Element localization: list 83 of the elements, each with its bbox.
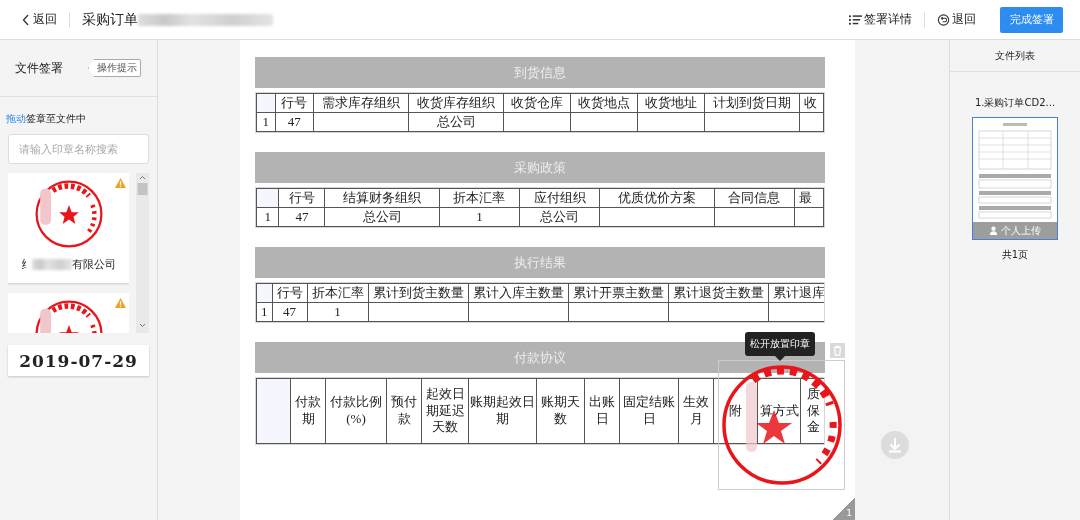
warning-icon bbox=[115, 178, 126, 188]
table-header-cell bbox=[256, 283, 272, 303]
stamp-drawing[interactable] bbox=[718, 360, 845, 490]
table-header-cell: 累计到货主数量 bbox=[368, 283, 468, 303]
table-header-cell: 质保金 bbox=[800, 378, 824, 444]
table-header-cell: 需求库存组织 bbox=[313, 93, 409, 113]
table-header-cell: 行号 bbox=[278, 188, 325, 208]
table-header-cell bbox=[256, 378, 291, 444]
table-cell: 1 bbox=[256, 207, 279, 227]
person-icon bbox=[989, 226, 998, 235]
table-cell: 1 bbox=[439, 207, 520, 227]
table-header-cell: 累计退货主数量 bbox=[668, 283, 768, 303]
table-cell bbox=[637, 112, 705, 132]
table-header-cell: 行号 bbox=[272, 283, 307, 303]
table-header-cell: 预付款 bbox=[386, 378, 422, 444]
table-header-cell: 计划到货日期 bbox=[704, 93, 800, 113]
warning-icon bbox=[115, 298, 126, 308]
section-header: 到货信息 bbox=[255, 57, 825, 88]
download-icon[interactable] bbox=[881, 431, 909, 459]
table-header-cell: 账期天数 bbox=[536, 378, 585, 444]
stamp-name: 纟 bbox=[21, 257, 32, 272]
panel-title: 文件列表 bbox=[950, 40, 1080, 72]
page-count: 共1页 bbox=[1001, 248, 1029, 262]
table-header-cell: 优质优价方案 bbox=[599, 188, 715, 208]
tooltip: 松开放置印章 bbox=[745, 332, 815, 361]
redacted-blur bbox=[32, 259, 72, 270]
delete-icon[interactable] bbox=[830, 343, 845, 358]
document-title: 采购订单 bbox=[82, 10, 138, 29]
table-header-cell bbox=[256, 188, 279, 208]
table-header-cell: 收货地址 bbox=[637, 93, 705, 113]
table-header-cell: 结算财务组织 bbox=[324, 188, 440, 208]
stamp-card[interactable]: 纟 有限公司 bbox=[8, 173, 129, 283]
table-cell bbox=[503, 112, 571, 132]
table-header-cell: 应付组织 bbox=[519, 188, 600, 208]
table-cell bbox=[794, 207, 824, 227]
table-cell: 1 bbox=[256, 302, 272, 322]
return-button[interactable]: 退回 bbox=[937, 11, 976, 28]
table-header-cell: 累计开票主数量 bbox=[568, 283, 668, 303]
table-header-cell: 收货仓库 bbox=[503, 93, 571, 113]
panel-title: 文件签署 bbox=[15, 59, 63, 77]
drag-link[interactable]: 拖动 bbox=[6, 113, 26, 124]
table-header-cell: 起效日期延迟天数 bbox=[421, 378, 469, 444]
table-cell: 47 bbox=[272, 302, 307, 322]
table-header-cell: 收货库存组织 bbox=[408, 93, 504, 113]
table-cell bbox=[570, 112, 638, 132]
date-stamp[interactable]: 2019-07-29 bbox=[8, 345, 149, 376]
table-cell: 1 bbox=[307, 302, 368, 322]
table-header-cell bbox=[256, 93, 276, 113]
table-header-cell: 付款期 bbox=[290, 378, 326, 444]
table-header-cell: 生效月 bbox=[678, 378, 714, 444]
table-header-cell: 付款比例(%) bbox=[325, 378, 387, 444]
back-chevron-icon bbox=[22, 13, 30, 26]
drag-hint: 拖动签章至文件中 bbox=[6, 112, 87, 126]
table-header-cell: 合同信息 bbox=[714, 188, 795, 208]
sign-details-button[interactable]: 签署详情 bbox=[849, 11, 912, 28]
table-header-cell: 收货地点 bbox=[570, 93, 638, 113]
upload-label: 个人上传 bbox=[1001, 223, 1041, 238]
table-header-cell: 出账日 bbox=[584, 378, 620, 444]
table-cell: 47 bbox=[278, 207, 325, 227]
table-header-cell: 折本汇率 bbox=[439, 188, 520, 208]
table-header-cell: 折本汇率 bbox=[307, 283, 368, 303]
table-header-cell: 累计入库主数量 bbox=[468, 283, 568, 303]
scrollbar[interactable] bbox=[136, 173, 149, 333]
table-header-cell: 最 bbox=[794, 188, 824, 208]
table-cell bbox=[799, 112, 824, 132]
undo-icon bbox=[937, 13, 950, 26]
table-header-cell: 累计退库 bbox=[768, 283, 824, 303]
list-icon bbox=[849, 13, 862, 26]
search-field[interactable]: 请输入印章名称搜索 bbox=[8, 134, 149, 164]
table-header-cell: 账期起效日期 bbox=[468, 378, 537, 444]
table-cell: 总公司 bbox=[519, 207, 600, 227]
table-header-cell: 收 bbox=[799, 93, 824, 113]
table-cell: 总公司 bbox=[324, 207, 440, 227]
stamp-name: 有限公司 bbox=[72, 257, 116, 272]
table-cell: 总公司 bbox=[408, 112, 504, 132]
page-number: 1 bbox=[833, 498, 855, 520]
table-header-cell: 固定结账日 bbox=[619, 378, 679, 444]
table-header-cell: 行号 bbox=[275, 93, 314, 113]
table-cell: 1 bbox=[256, 112, 276, 132]
back-button[interactable]: 返回 bbox=[22, 11, 57, 28]
tips-button[interactable]: 操作提示 bbox=[88, 59, 141, 77]
file-name[interactable]: 1.采购订单CD2... bbox=[974, 96, 1056, 110]
table-cell: 47 bbox=[275, 112, 314, 132]
